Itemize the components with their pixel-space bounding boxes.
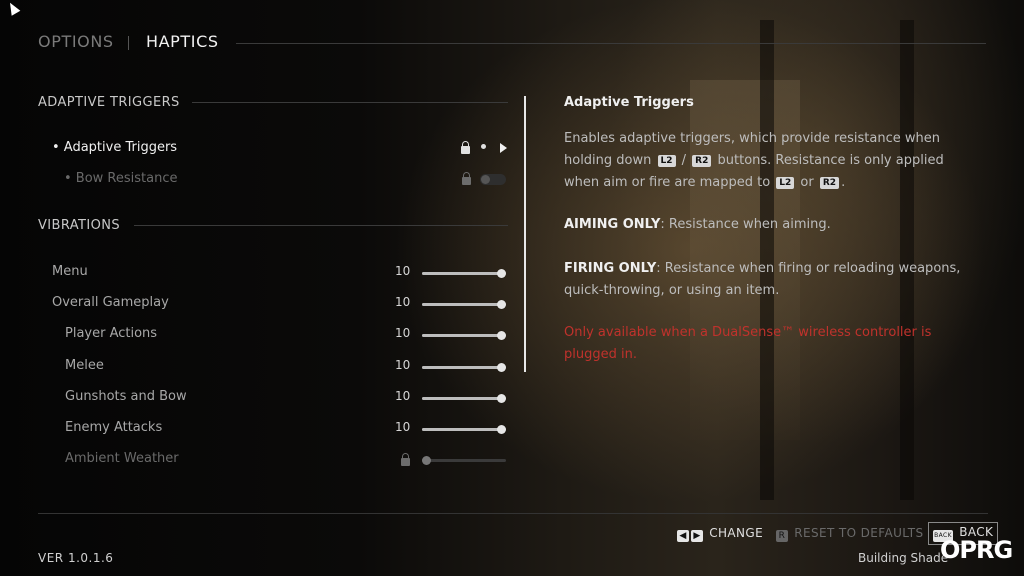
slider-fill — [422, 303, 502, 306]
reset-to-defaults-button[interactable]: R RESET TO DEFAULTS — [776, 526, 923, 542]
setting-label: Ambient Weather — [65, 451, 179, 466]
controller-warning: Only available when a DualSense™ wireles… — [564, 325, 932, 362]
slider-fill — [422, 272, 502, 275]
description-text: / — [677, 153, 691, 168]
version-label: VER 1.0.1.6 — [38, 551, 114, 565]
change-label: CHANGE — [709, 526, 764, 540]
tab-haptics[interactable]: HAPTICS — [146, 32, 219, 51]
description-text: . — [841, 175, 846, 190]
section-title-adaptive-triggers: ADAPTIVE TRIGGERS — [38, 95, 180, 110]
panel-divider — [524, 96, 526, 372]
game-options-screen: OPTIONS HAPTICS ADAPTIVE TRIGGERS • Adap… — [0, 0, 1024, 576]
l2-button-icon: L2 — [776, 177, 795, 189]
change-hint[interactable]: ◀ ▶ CHANGE — [677, 526, 763, 542]
toggle-knob — [481, 175, 490, 184]
reset-label: RESET TO DEFAULTS — [794, 526, 924, 540]
description-aiming-only: AIMING ONLY: Resistance when aiming. — [564, 214, 974, 236]
r-key-icon: R — [776, 530, 788, 542]
slider-track[interactable] — [422, 331, 506, 340]
slider-track[interactable] — [422, 269, 506, 278]
slider-fill — [422, 397, 502, 400]
slider-fill — [422, 334, 502, 337]
toggle-switch[interactable] — [480, 174, 506, 185]
option-indicator-dot — [481, 144, 486, 149]
slider-row-overall-gameplay[interactable]: Overall Gameplay 10 — [0, 295, 520, 317]
setting-label: Gunshots and Bow — [65, 389, 187, 404]
setting-label: • Bow Resistance — [64, 171, 178, 186]
description-firing-only: FIRING ONLY: Resistance when firing or r… — [564, 258, 974, 302]
description-title: Adaptive Triggers — [564, 95, 694, 110]
header-tabs: OPTIONS HAPTICS — [38, 32, 988, 60]
arrow-right-key-icon: ▶ — [691, 530, 703, 542]
setting-label: Menu — [52, 264, 88, 279]
slider-knob[interactable] — [497, 300, 506, 309]
r2-button-icon: R2 — [692, 155, 712, 167]
slider-fill — [422, 428, 502, 431]
setting-row-bow-resistance[interactable]: • Bow Resistance — [0, 171, 520, 193]
setting-label: Overall Gameplay — [52, 295, 169, 310]
setting-label: Melee — [65, 358, 104, 373]
building-shaders-status: Building Shade — [858, 551, 949, 565]
slider-row-melee[interactable]: Melee 10 — [0, 358, 520, 380]
slider-track[interactable] — [422, 425, 506, 434]
l2-button-icon: L2 — [657, 155, 676, 167]
slider-value: 10 — [395, 420, 411, 434]
slider-value: 10 — [395, 264, 411, 278]
slider-row-enemy-attacks[interactable]: Enemy Attacks 10 — [0, 420, 520, 442]
lock-icon — [401, 453, 410, 466]
r2-button-icon: R2 — [819, 177, 840, 189]
arrow-left-key-icon: ◀ — [677, 530, 689, 542]
site-watermark-logo: OPRG — [940, 536, 1013, 564]
section-title-vibrations: VIBRATIONS — [38, 218, 121, 233]
section-divider — [192, 102, 508, 103]
slider-value: 10 — [395, 389, 411, 403]
slider-fill — [422, 366, 502, 369]
header-divider — [236, 43, 986, 44]
aiming-only-text: : Resistance when aiming. — [660, 217, 831, 232]
slider-track[interactable] — [422, 363, 506, 372]
slider-track — [422, 456, 506, 465]
slider-row-menu[interactable]: Menu 10 — [0, 264, 520, 286]
lock-icon — [461, 141, 470, 154]
aiming-only-heading: AIMING ONLY — [564, 217, 661, 232]
slider-knob[interactable] — [497, 363, 506, 372]
setting-label: Enemy Attacks — [65, 420, 163, 435]
setting-label: Player Actions — [65, 326, 158, 341]
slider-track[interactable] — [422, 394, 506, 403]
slider-row-gunshots-and-bow[interactable]: Gunshots and Bow 10 — [0, 389, 520, 411]
slider-knob[interactable] — [497, 331, 506, 340]
slider-knob[interactable] — [497, 269, 506, 278]
slider-value: 10 — [395, 295, 411, 309]
slider-value: 10 — [395, 326, 411, 340]
tab-separator — [128, 36, 129, 50]
slider-knob[interactable] — [497, 425, 506, 434]
description-text: or — [796, 175, 818, 190]
arrow-right-icon[interactable] — [500, 143, 507, 153]
setting-row-adaptive-triggers[interactable]: • Adaptive Triggers — [0, 140, 520, 162]
footer-divider — [38, 513, 988, 514]
section-divider — [134, 225, 508, 226]
slider-value: 10 — [395, 358, 411, 372]
setting-label: • Adaptive Triggers — [52, 140, 178, 155]
slider-row-ambient-weather[interactable]: Ambient Weather — [0, 451, 520, 473]
slider-track[interactable] — [422, 300, 506, 309]
slider-row-player-actions[interactable]: Player Actions 10 — [0, 326, 520, 348]
firing-only-heading: FIRING ONLY — [564, 261, 657, 276]
lock-icon — [462, 172, 471, 185]
tab-options[interactable]: OPTIONS — [38, 32, 114, 51]
description-body: Enables adaptive triggers, which provide… — [564, 128, 974, 194]
slider-knob[interactable] — [497, 394, 506, 403]
mouse-cursor-icon — [5, 0, 21, 16]
slider-knob — [422, 456, 431, 465]
